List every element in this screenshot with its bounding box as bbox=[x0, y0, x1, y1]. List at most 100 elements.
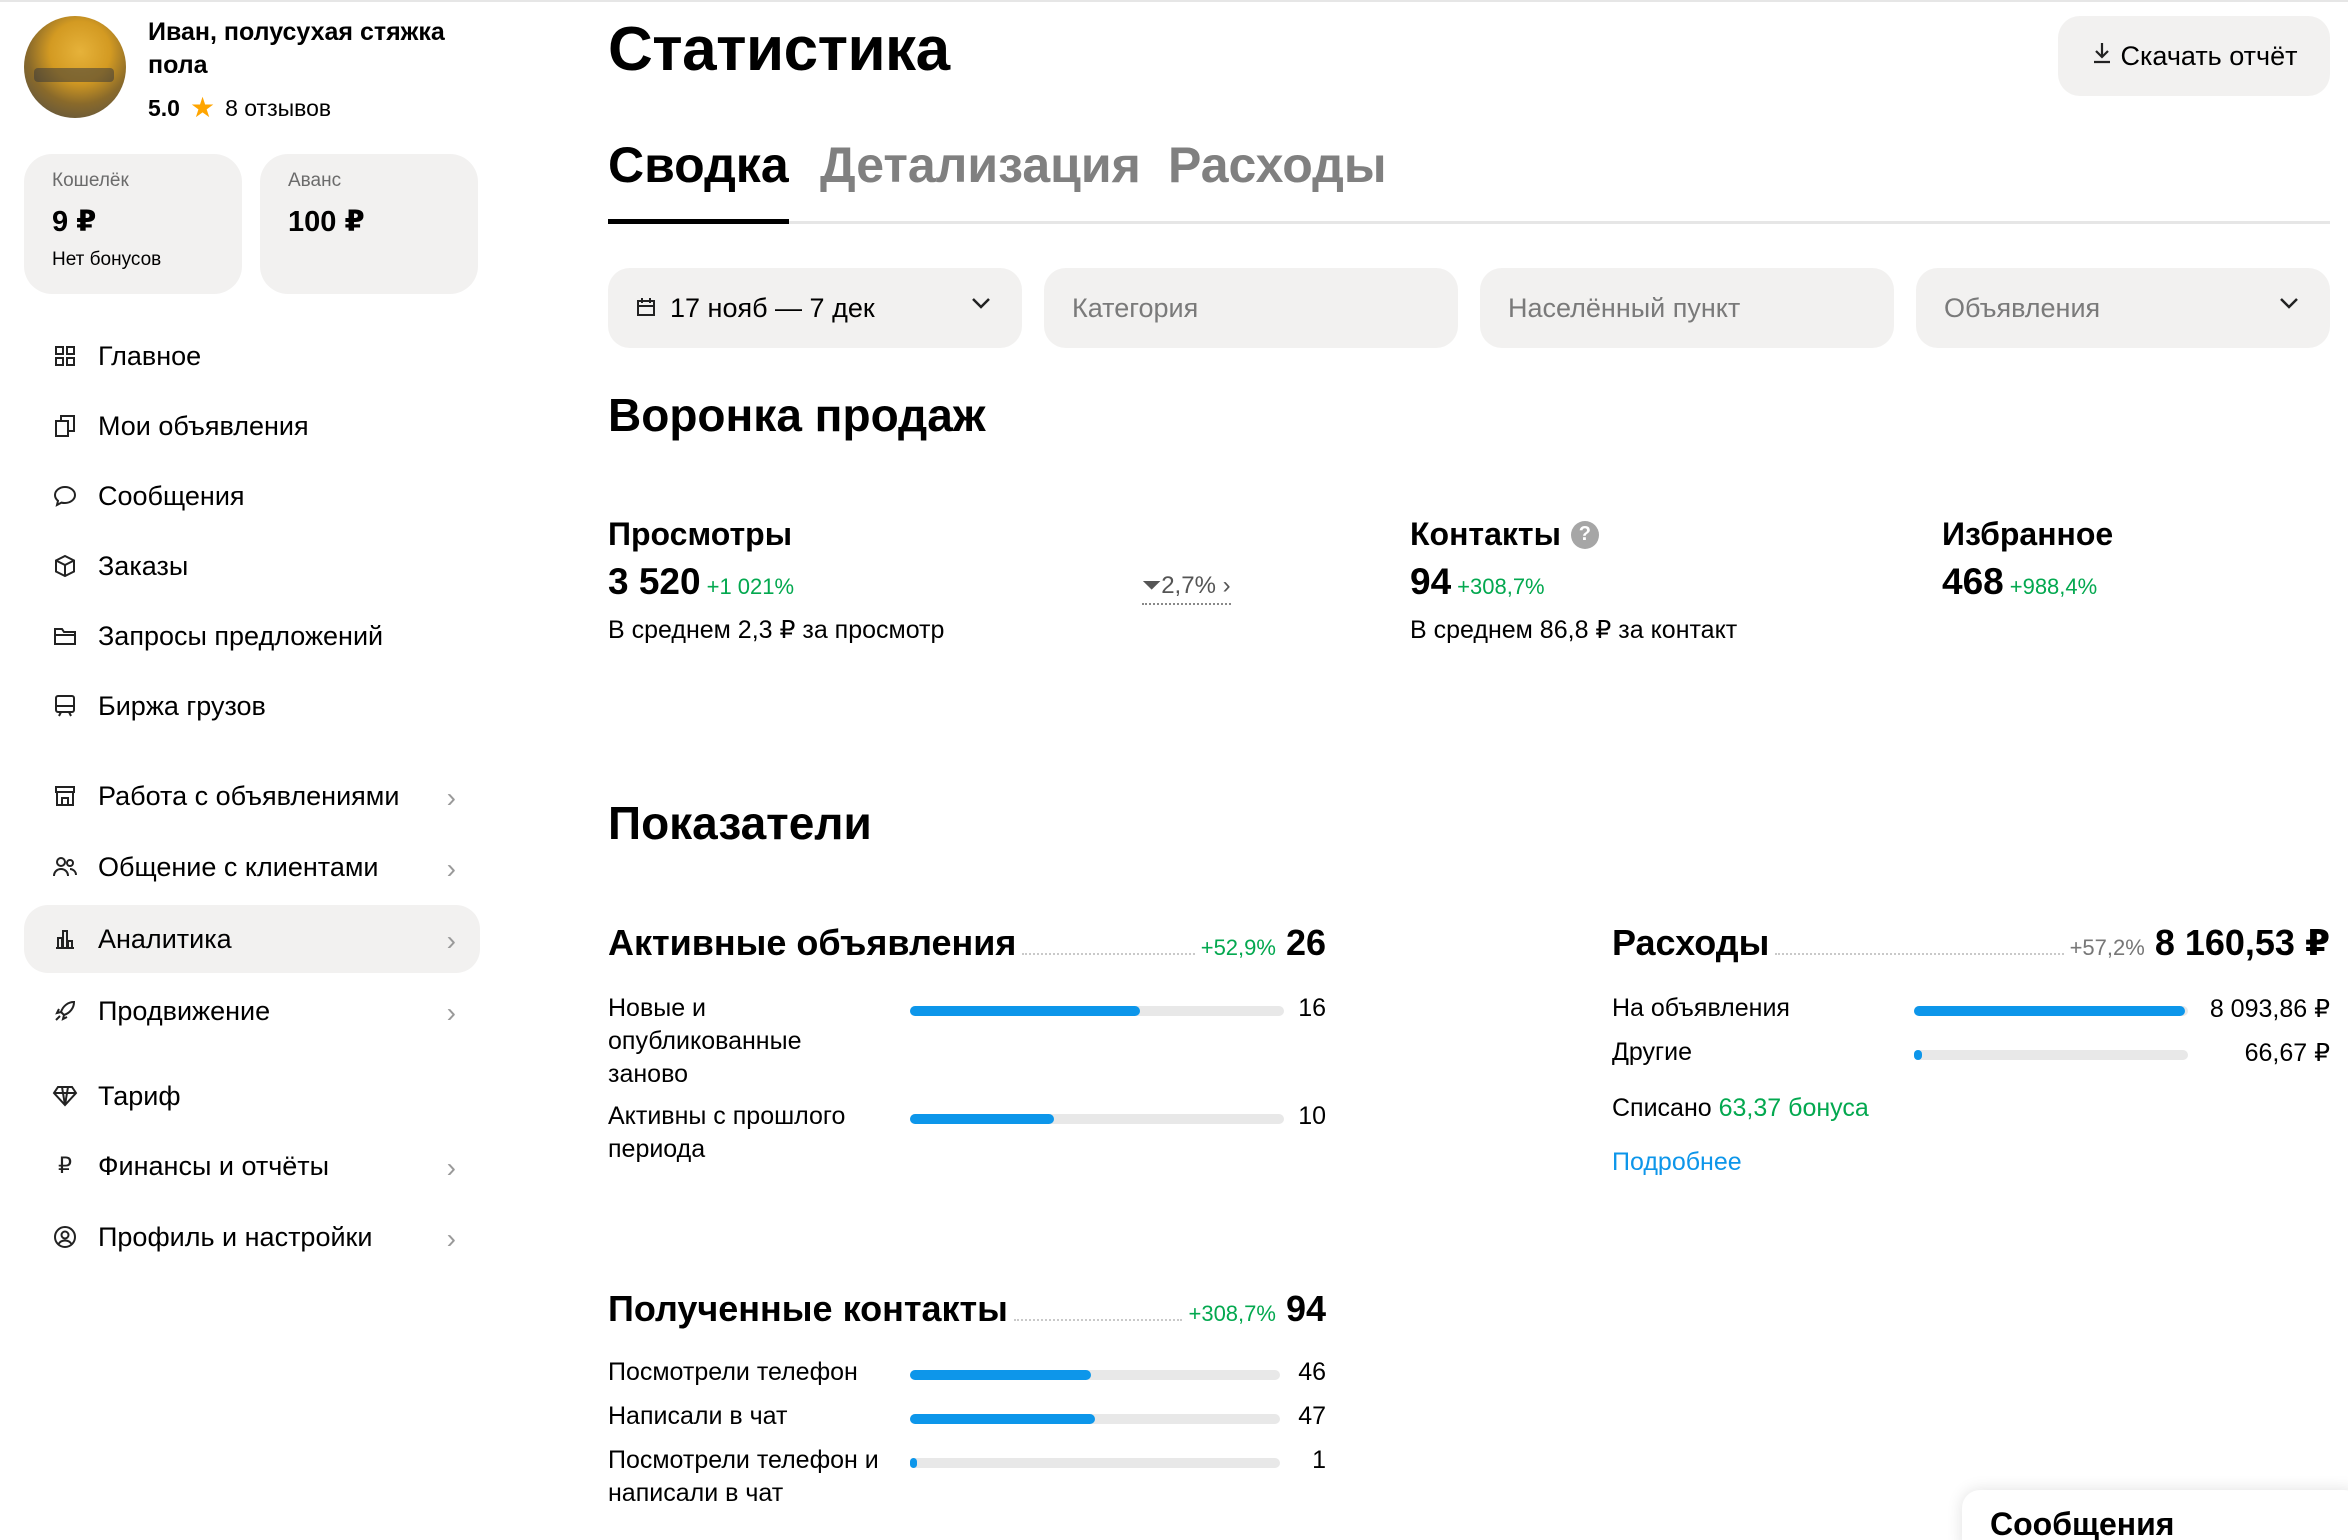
bar-chart-icon bbox=[52, 926, 78, 952]
progress-bar bbox=[910, 1458, 1280, 1468]
dotted-leader bbox=[1013, 1319, 1183, 1321]
expenses-title: Расходы bbox=[1612, 922, 1770, 963]
active-ads-value: 26 bbox=[1285, 922, 1326, 963]
help-icon[interactable]: ? bbox=[1570, 520, 1599, 549]
sidebar-item-finance[interactable]: ₽ Финансы и отчёты › bbox=[24, 1132, 480, 1200]
category-input[interactable]: Категория bbox=[1044, 268, 1458, 348]
star-icon: ★ bbox=[189, 92, 216, 123]
sidebar-item-main[interactable]: Главное bbox=[24, 322, 480, 390]
grid-icon bbox=[52, 343, 78, 369]
chevron-right-icon: › bbox=[446, 1223, 456, 1254]
tab-summary[interactable]: Сводка bbox=[608, 136, 789, 224]
contacts-title-row: Контакты ? bbox=[1410, 516, 1737, 553]
favorites-value-row: 468 +988,4% bbox=[1942, 561, 2113, 603]
progress-fill bbox=[910, 1414, 1095, 1424]
funnel-contacts: Контакты ? 94 +308,7% В среднем 86,8 ₽ за… bbox=[1410, 516, 1737, 645]
received-contacts-title-row: Полученные контакты +308,7% 94 bbox=[608, 1288, 1326, 1330]
progress-bar bbox=[1914, 1006, 2188, 1016]
wallet-amount: 9 ₽ bbox=[52, 206, 97, 238]
progress-fill bbox=[1914, 1006, 2186, 1016]
views-pct: +1 021% bbox=[706, 574, 795, 599]
row-label: На объявления bbox=[1612, 994, 1790, 1022]
profile-card[interactable]: Иван, полусухая стяжка пола 5.0 ★ 8 отзы… bbox=[24, 16, 484, 126]
contacts-pct: +308,7% bbox=[1457, 574, 1545, 599]
sidebar-item-label: Сообщения bbox=[98, 480, 245, 511]
store-icon bbox=[52, 783, 78, 809]
chevron-right-icon: › bbox=[446, 925, 456, 956]
sidebar-item-label: Работа с объявлениями bbox=[98, 780, 400, 811]
advance-amount: 100 ₽ bbox=[288, 206, 365, 238]
expenses-value: 8 160,53 ₽ bbox=[2154, 922, 2330, 963]
sidebar-item-promotion[interactable]: Продвижение › bbox=[24, 977, 480, 1045]
sidebar-item-ads-work[interactable]: Работа с объявлениями › bbox=[24, 762, 480, 830]
calendar-icon bbox=[636, 293, 656, 324]
page-title: Статистика bbox=[608, 15, 950, 84]
indicators-heading: Показатели bbox=[608, 797, 872, 849]
wallet-card[interactable]: Кошелёк 9 ₽ Нет бонусов bbox=[24, 154, 242, 294]
tab-bar: Сводка Детализация Расходы bbox=[608, 136, 2330, 224]
favorites-value: 468 bbox=[1942, 561, 2004, 602]
sidebar-item-label: Мои объявления bbox=[98, 410, 309, 441]
reviews-count[interactable]: 8 отзывов bbox=[225, 95, 331, 122]
contacts-value-row: 94 +308,7% bbox=[1410, 561, 1737, 603]
row-value: 1 bbox=[1312, 1446, 1326, 1474]
sidebar-item-profile[interactable]: Профиль и настройки › bbox=[24, 1203, 480, 1271]
row-value: 47 bbox=[1298, 1402, 1326, 1430]
written-off: Списано 63,37 бонуса bbox=[1612, 1094, 1869, 1123]
sidebar-item-label: Биржа грузов bbox=[98, 690, 266, 721]
sidebar-item-requests[interactable]: Запросы предложений bbox=[24, 602, 480, 670]
contacts-avg: В среднем 86,8 ₽ за контакт bbox=[1410, 616, 1738, 644]
row-value: 10 bbox=[1298, 1102, 1326, 1130]
tab-expenses[interactable]: Расходы bbox=[1168, 136, 1387, 224]
box-icon bbox=[52, 553, 78, 579]
conversion-link[interactable]: ⏷2,7% › bbox=[1142, 572, 1231, 605]
diamond-icon bbox=[52, 1083, 78, 1109]
chevron-down-icon bbox=[968, 290, 994, 323]
ads-select[interactable]: Объявления bbox=[1916, 268, 2330, 348]
sidebar-item-cargo[interactable]: Биржа грузов bbox=[24, 672, 480, 740]
received-contacts-pct: +308,7% bbox=[1188, 1301, 1276, 1326]
advance-card[interactable]: Аванс 100 ₽ bbox=[260, 154, 478, 294]
funnel-views: Просмотры 3 520 +1 021% В среднем 2,3 ₽ з… bbox=[608, 516, 944, 645]
sidebar-item-orders[interactable]: Заказы bbox=[24, 532, 480, 600]
row-value: 16 bbox=[1298, 994, 1326, 1022]
progress-fill bbox=[1914, 1050, 1923, 1060]
funnel-icon: ⏷ bbox=[1142, 572, 1162, 599]
avatar[interactable] bbox=[24, 16, 126, 118]
received-contacts-title: Полученные контакты bbox=[608, 1288, 1008, 1329]
views-value-row: 3 520 +1 021% bbox=[608, 561, 944, 603]
written-off-bonus: 63,37 бонуса bbox=[1718, 1094, 1869, 1122]
dotted-leader bbox=[1022, 953, 1195, 955]
top-divider bbox=[0, 0, 2348, 2]
advance-label: Аванс bbox=[288, 170, 342, 191]
rating[interactable]: 5.0 ★ 8 отзывов bbox=[148, 94, 331, 122]
wallet-bonus: Нет бонусов bbox=[52, 249, 162, 270]
progress-fill bbox=[910, 1370, 1092, 1380]
profile-name[interactable]: Иван, полусухая стяжка пола bbox=[148, 16, 488, 82]
more-link[interactable]: Подробнее bbox=[1612, 1148, 1742, 1177]
sidebar-item-messages[interactable]: Сообщения bbox=[24, 462, 480, 530]
favorites-title: Избранное bbox=[1942, 516, 2114, 552]
date-range-select[interactable]: 17 нояб — 7 дек bbox=[608, 268, 1022, 348]
ads-placeholder: Объявления bbox=[1944, 292, 2101, 323]
folder-icon bbox=[52, 623, 78, 649]
sidebar-item-label: Финансы и отчёты bbox=[98, 1150, 330, 1181]
sidebar-item-analytics[interactable]: Аналитика › bbox=[24, 905, 480, 973]
messages-panel[interactable]: Сообщения bbox=[1962, 1490, 2348, 1540]
sidebar-item-clients[interactable]: Общение с клиентами › bbox=[24, 833, 480, 901]
progress-bar bbox=[910, 1114, 1284, 1124]
tab-details[interactable]: Детализация bbox=[820, 136, 1141, 224]
city-placeholder: Населённый пункт bbox=[1508, 292, 1741, 323]
city-input[interactable]: Населённый пункт bbox=[1480, 268, 1894, 348]
chevron-right-icon: › bbox=[446, 853, 456, 884]
received-contacts-value: 94 bbox=[1285, 1288, 1326, 1329]
sidebar-item-my-ads[interactable]: Мои объявления bbox=[24, 392, 480, 460]
progress-fill bbox=[910, 1458, 918, 1468]
download-report-button[interactable]: Скачать отчёт bbox=[2058, 16, 2330, 96]
category-placeholder: Категория bbox=[1072, 292, 1199, 323]
user-circle-icon bbox=[52, 1224, 78, 1250]
active-ads-title: Активные объявления bbox=[608, 922, 1017, 963]
chevron-right-icon: › bbox=[446, 997, 456, 1028]
sidebar-item-tariff[interactable]: Тариф bbox=[24, 1062, 480, 1130]
row-label: Написали в чат bbox=[608, 1402, 788, 1430]
